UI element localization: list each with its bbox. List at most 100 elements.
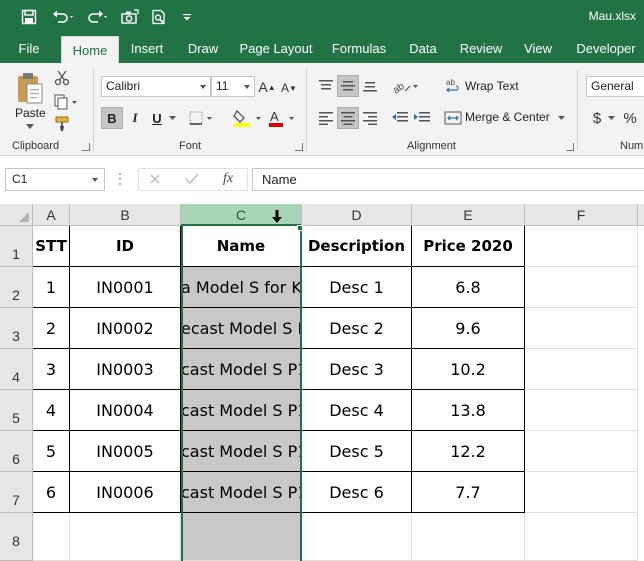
- cell-b5[interactable]: IN0004: [70, 390, 181, 431]
- cell-c6[interactable]: cast Model S P10: [181, 431, 302, 472]
- wrap-text-icon[interactable]: ab: [444, 76, 462, 96]
- font-launcher-icon[interactable]: [295, 143, 303, 151]
- column-header-g[interactable]: [638, 204, 644, 226]
- paste-icon[interactable]: [12, 69, 48, 107]
- clipboard-launcher-icon[interactable]: [82, 143, 90, 151]
- column-header-a[interactable]: A: [33, 204, 70, 226]
- cell-c1[interactable]: Name: [181, 226, 302, 267]
- wrap-text-label[interactable]: Wrap Text: [465, 79, 519, 93]
- merge-dropdown-icon[interactable]: [556, 114, 566, 122]
- cut-icon[interactable]: [52, 69, 72, 87]
- font-size-combo[interactable]: 11: [211, 76, 255, 97]
- tab-page-layout[interactable]: Page Layout: [236, 34, 316, 63]
- cell-f4[interactable]: [525, 349, 638, 390]
- cell-b3[interactable]: IN0002: [70, 308, 181, 349]
- cell-f3[interactable]: [525, 308, 638, 349]
- cell-e6[interactable]: 12.2: [412, 431, 525, 472]
- align-right-icon[interactable]: [360, 107, 380, 129]
- undo-icon[interactable]: [50, 6, 78, 28]
- italic-button[interactable]: I: [125, 107, 145, 129]
- select-all-button[interactable]: [0, 204, 33, 226]
- cell-d6[interactable]: Desc 5: [302, 431, 412, 472]
- align-bottom-icon[interactable]: [360, 76, 380, 96]
- row-header-6[interactable]: 6: [0, 431, 33, 472]
- cancel-icon[interactable]: [146, 170, 164, 188]
- cell-c8[interactable]: [181, 513, 302, 561]
- cell-c7[interactable]: cast Model S P10: [181, 472, 302, 513]
- camera-icon[interactable]: [118, 6, 142, 28]
- tab-view[interactable]: View: [518, 34, 558, 63]
- number-format-combo[interactable]: General: [586, 76, 644, 97]
- cell-e1[interactable]: Price 2020: [412, 226, 525, 267]
- percent-icon[interactable]: %: [620, 107, 640, 129]
- decrease-indent-icon[interactable]: [390, 107, 410, 129]
- cell-f7[interactable]: [525, 472, 638, 513]
- cell-e2[interactable]: 6.8: [412, 267, 525, 308]
- paste-label[interactable]: Paste: [15, 106, 46, 120]
- column-header-f[interactable]: F: [525, 204, 638, 226]
- row-header-4[interactable]: 4: [0, 349, 33, 390]
- cell-e5[interactable]: 13.8: [412, 390, 525, 431]
- cell-c4[interactable]: cast Model S P10: [181, 349, 302, 390]
- save-icon[interactable]: [18, 6, 40, 28]
- currency-icon[interactable]: $: [588, 107, 606, 129]
- cell-e7[interactable]: 7.7: [412, 472, 525, 513]
- tab-formulas[interactable]: Formulas: [328, 34, 390, 63]
- currency-dropdown-icon[interactable]: [606, 114, 616, 122]
- column-header-d[interactable]: D: [302, 204, 412, 226]
- formula-bar-grip-icon[interactable]: [112, 170, 128, 188]
- format-painter-icon[interactable]: [52, 115, 72, 133]
- merge-center-icon[interactable]: [443, 107, 463, 129]
- cell-e8[interactable]: [412, 513, 525, 561]
- cell-d3[interactable]: Desc 2: [302, 308, 412, 349]
- tab-home[interactable]: Home: [61, 36, 119, 63]
- column-header-c[interactable]: C: [181, 204, 302, 226]
- row-header-3[interactable]: 3: [0, 308, 33, 349]
- fill-handle[interactable]: [297, 225, 303, 231]
- row-header-8[interactable]: 8: [0, 513, 33, 561]
- enter-icon[interactable]: [183, 170, 201, 188]
- cell-b8[interactable]: [70, 513, 181, 561]
- cell-d7[interactable]: Desc 6: [302, 472, 412, 513]
- column-header-b[interactable]: B: [70, 204, 181, 226]
- font-color-icon[interactable]: A: [266, 107, 300, 129]
- cell-a8[interactable]: [33, 513, 70, 561]
- cell-a1[interactable]: STT: [33, 226, 70, 267]
- worksheet-grid[interactable]: A B C D E F 1 2 3 4 5 6 7 8 STT ID Name …: [0, 204, 644, 561]
- redo-icon[interactable]: [84, 6, 112, 28]
- shrink-font-icon[interactable]: A ▼: [280, 79, 298, 97]
- print-preview-icon[interactable]: [148, 6, 170, 28]
- cell-a4[interactable]: 3: [33, 349, 70, 390]
- cell-b1[interactable]: ID: [70, 226, 181, 267]
- row-header-5[interactable]: 5: [0, 390, 33, 431]
- row-header-7[interactable]: 7: [0, 472, 33, 513]
- customize-toolbar-icon[interactable]: [180, 6, 194, 28]
- merge-center-label[interactable]: Merge & Center: [465, 110, 550, 124]
- cell-b4[interactable]: IN0003: [70, 349, 181, 390]
- grow-font-icon[interactable]: A ▲: [258, 78, 276, 96]
- font-name-combo[interactable]: Calibri: [101, 76, 211, 97]
- name-box[interactable]: C1: [5, 168, 105, 191]
- cell-f2[interactable]: [525, 267, 638, 308]
- cell-b6[interactable]: IN0005: [70, 431, 181, 472]
- fill-color-icon[interactable]: [230, 107, 266, 129]
- row-header-2[interactable]: 2: [0, 267, 33, 308]
- cell-c2[interactable]: a Model S for Kid: [181, 267, 302, 308]
- alignment-launcher-icon[interactable]: [566, 143, 574, 151]
- increase-indent-icon[interactable]: [412, 107, 432, 129]
- tab-draw[interactable]: Draw: [182, 34, 224, 63]
- insert-function-icon[interactable]: fx: [218, 170, 238, 188]
- column-header-e[interactable]: E: [412, 204, 525, 226]
- copy-icon[interactable]: [52, 93, 80, 111]
- cell-e3[interactable]: 9.6: [412, 308, 525, 349]
- align-left-icon[interactable]: [316, 107, 336, 129]
- cell-b2[interactable]: IN0001: [70, 267, 181, 308]
- cell-d5[interactable]: Desc 4: [302, 390, 412, 431]
- cell-a2[interactable]: 1: [33, 267, 70, 308]
- underline-dropdown-icon[interactable]: [167, 114, 177, 122]
- formula-input[interactable]: Name: [252, 168, 644, 191]
- cell-d4[interactable]: Desc 3: [302, 349, 412, 390]
- cell-a3[interactable]: 2: [33, 308, 70, 349]
- cell-a7[interactable]: 6: [33, 472, 70, 513]
- tab-file[interactable]: File: [8, 34, 50, 63]
